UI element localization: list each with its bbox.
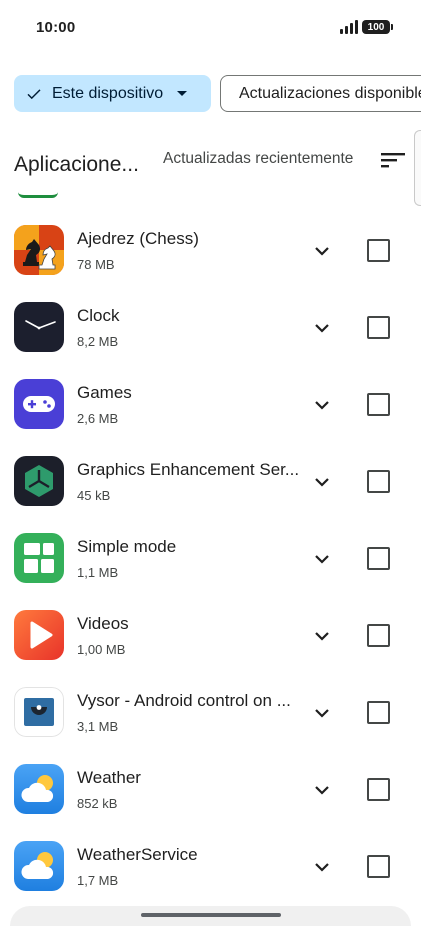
- expand-chevron-icon[interactable]: [308, 777, 336, 803]
- scrollbar[interactable]: [414, 130, 421, 206]
- app-checkbox[interactable]: [367, 701, 390, 724]
- check-icon: [27, 88, 41, 99]
- expand-chevron-icon[interactable]: [308, 238, 336, 264]
- app-row[interactable]: Videos 1,00 MB: [0, 597, 421, 674]
- expand-chevron-icon[interactable]: [308, 546, 336, 572]
- app-size: 1,1 MB: [77, 565, 119, 580]
- app-checkbox[interactable]: [367, 470, 390, 493]
- weather-service-icon: [14, 841, 64, 891]
- clock-icon: [14, 302, 64, 352]
- app-size: 852 kB: [77, 796, 118, 811]
- simple-mode-icon: [14, 533, 64, 583]
- status-bar: 10:00 100: [0, 0, 421, 56]
- app-name: Graphics Enhancement Ser...: [77, 460, 300, 479]
- app-checkbox[interactable]: [367, 778, 390, 801]
- updates-available-label: Actualizaciones disponibles: [239, 84, 421, 102]
- app-row[interactable]: Simple mode 1,1 MB: [0, 520, 421, 597]
- gamepad-icon: [14, 379, 64, 429]
- app-size: 45 kB: [77, 488, 111, 503]
- app-size: 1,7 MB: [77, 873, 119, 888]
- app-size: 3,1 MB: [77, 719, 119, 734]
- section-title: Aplicacione...: [14, 153, 139, 176]
- expand-chevron-icon[interactable]: [308, 854, 336, 880]
- app-row[interactable]: WeatherService 1,7 MB: [0, 828, 421, 905]
- app-size: 78 MB: [77, 257, 115, 272]
- chess-icon: [14, 225, 64, 275]
- video-play-icon: [14, 610, 64, 660]
- app-size: 2,6 MB: [77, 411, 119, 426]
- dropdown-caret-icon: [177, 91, 188, 96]
- vysor-icon: [14, 687, 64, 737]
- expand-chevron-icon[interactable]: [308, 623, 336, 649]
- app-row[interactable]: Weather 852 kB: [0, 751, 421, 828]
- app-row[interactable]: Vysor - Android control on ... 3,1 MB: [0, 674, 421, 751]
- app-checkbox[interactable]: [367, 547, 390, 570]
- app-name: Weather: [77, 768, 141, 787]
- weather-icon: [14, 764, 64, 814]
- app-name: Vysor - Android control on ...: [77, 691, 291, 710]
- sort-icon[interactable]: [381, 152, 405, 168]
- app-name: Ajedrez (Chess): [77, 229, 199, 248]
- partial-app-icon: [18, 192, 58, 198]
- app-checkbox[interactable]: [367, 239, 390, 262]
- app-checkbox[interactable]: [367, 855, 390, 878]
- app-name: Games: [77, 383, 132, 402]
- expand-chevron-icon[interactable]: [308, 315, 336, 341]
- app-name: Clock: [77, 306, 120, 325]
- status-indicators: 100: [340, 20, 393, 34]
- app-checkbox[interactable]: [367, 624, 390, 647]
- signal-icon: [340, 20, 358, 34]
- app-row[interactable]: Games 2,6 MB: [0, 366, 421, 443]
- expand-chevron-icon[interactable]: [308, 700, 336, 726]
- home-indicator[interactable]: [141, 913, 281, 917]
- app-name: WeatherService: [77, 845, 198, 864]
- updates-available-chip[interactable]: Actualizaciones disponibles: [220, 75, 421, 112]
- device-filter-label: Este dispositivo: [52, 84, 164, 102]
- app-checkbox[interactable]: [367, 316, 390, 339]
- sort-button[interactable]: Actualizadas recientemente: [163, 150, 353, 168]
- expand-chevron-icon[interactable]: [308, 392, 336, 418]
- app-size: 1,00 MB: [77, 642, 126, 657]
- device-filter-chip[interactable]: Este dispositivo: [14, 75, 211, 112]
- filter-chips: Este dispositivo Actualizaciones disponi…: [14, 75, 421, 113]
- section-header: Aplicacione... Actualizadas recientement…: [0, 140, 421, 190]
- battery-icon: 100: [362, 20, 393, 34]
- app-row[interactable]: Graphics Enhancement Ser... 45 kB: [0, 443, 421, 520]
- status-time: 10:00: [36, 19, 76, 36]
- expand-chevron-icon[interactable]: [308, 469, 336, 495]
- app-name: Simple mode: [77, 537, 177, 556]
- graphics-enhancement-icon: [14, 456, 64, 506]
- app-row[interactable]: Ajedrez (Chess) 78 MB: [0, 212, 421, 289]
- app-name: Videos: [77, 614, 129, 633]
- app-row[interactable]: Clock 8,2 MB: [0, 289, 421, 366]
- app-size: 8,2 MB: [77, 334, 119, 349]
- app-checkbox[interactable]: [367, 393, 390, 416]
